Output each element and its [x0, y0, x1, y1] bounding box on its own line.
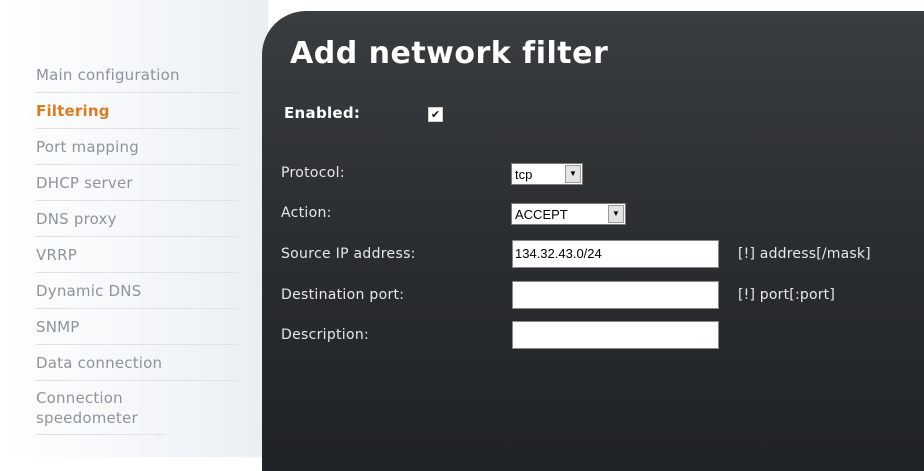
protocol-label: Protocol: — [281, 165, 345, 181]
protocol-select-value: tcp — [515, 167, 533, 182]
enabled-label: Enabled: — [284, 104, 361, 122]
sidebar-item-connection-speedometer[interactable]: Connection speedometer — [36, 381, 166, 435]
page-title: Add network filter — [290, 36, 609, 71]
action-label: Action: — [281, 205, 332, 221]
destination-port-hint: [!] port[:port] — [738, 287, 836, 303]
action-select[interactable]: ACCEPT ▼ — [511, 203, 626, 225]
protocol-select[interactable]: tcp ▼ — [511, 163, 583, 185]
sidebar-item-filtering[interactable]: Filtering — [36, 93, 238, 129]
sidebar-menu: Main configuration Filtering Port mappin… — [36, 58, 238, 435]
sidebar-item-dhcp-server[interactable]: DHCP server — [36, 165, 238, 201]
sidebar-item-vrrp[interactable]: VRRP — [36, 237, 238, 273]
chevron-down-icon[interactable]: ▼ — [608, 205, 624, 223]
sidebar-item-snmp[interactable]: SNMP — [36, 309, 238, 345]
sidebar-item-data-connection[interactable]: Data connection — [36, 345, 238, 381]
destination-port-label: Destination port: — [281, 287, 405, 303]
description-input[interactable] — [512, 321, 719, 349]
sidebar-item-port-mapping[interactable]: Port mapping — [36, 129, 238, 165]
sidebar-item-main-configuration[interactable]: Main configuration — [36, 58, 238, 93]
chevron-down-icon[interactable]: ▼ — [565, 165, 581, 183]
source-ip-label: Source IP address: — [281, 246, 416, 262]
source-ip-input[interactable]: 134.32.43.0/24 — [512, 240, 719, 268]
sidebar-item-dns-proxy[interactable]: DNS proxy — [36, 201, 238, 237]
source-ip-hint: [!] address[/mask] — [738, 246, 871, 262]
description-label: Description: — [281, 327, 370, 343]
sidebar-item-dynamic-dns[interactable]: Dynamic DNS — [36, 273, 238, 309]
enabled-checkbox[interactable]: ✔ — [428, 107, 443, 122]
sidebar: Main configuration Filtering Port mappin… — [0, 0, 268, 457]
action-select-value: ACCEPT — [515, 207, 568, 222]
destination-port-input[interactable] — [512, 281, 719, 309]
checkmark-icon: ✔ — [430, 108, 441, 121]
